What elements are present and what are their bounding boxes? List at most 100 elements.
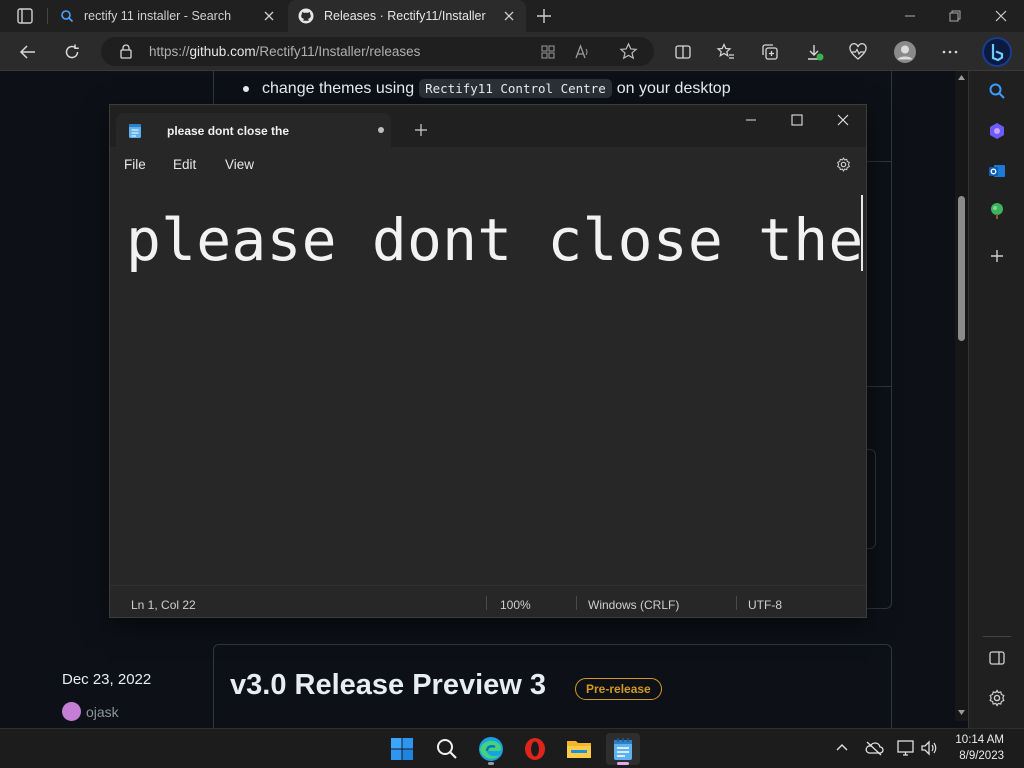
favorites-icon[interactable]: [716, 42, 736, 62]
tab-search[interactable]: rectify 11 installer - Search: [50, 0, 286, 32]
release-author[interactable]: ojask: [62, 702, 119, 721]
cursor-position: Ln 1, Col 22: [131, 598, 196, 612]
release-card: v3.0 Release Preview 3 Pre-release: [213, 644, 892, 728]
edge-icon[interactable]: [474, 733, 508, 765]
inner-divider: [866, 386, 892, 387]
browser-tab-bar: rectify 11 installer - Search Releases ·…: [0, 0, 1024, 32]
favorite-star-icon[interactable]: [619, 42, 638, 61]
network-icon[interactable]: [896, 739, 916, 757]
read-aloud-icon[interactable]: [573, 43, 591, 61]
app-running-indicator: [488, 762, 494, 765]
bullet-dot: [243, 85, 249, 92]
url-path: /Rectify11/Installer/releases: [255, 44, 421, 59]
back-icon[interactable]: [18, 42, 38, 62]
new-tab-icon[interactable]: [535, 7, 553, 25]
volume-icon[interactable]: [920, 739, 938, 757]
pre-release-badge: Pre-release: [575, 678, 662, 700]
release-date: Dec 23, 2022: [62, 671, 152, 688]
notepad-status-bar: Ln 1, Col 22 100% Windows (CRLF) UTF-8: [110, 585, 866, 617]
notepad-titlebar[interactable]: please dont close the: [110, 105, 866, 147]
encoding[interactable]: UTF-8: [748, 598, 782, 612]
author-avatar: [62, 702, 81, 721]
tab-releases[interactable]: Releases · Rectify11/Installer: [288, 0, 526, 32]
status-divider: [576, 596, 577, 610]
notepad-window[interactable]: please dont close the File Edit View ple…: [109, 104, 867, 618]
minimize-icon[interactable]: [743, 113, 759, 129]
url-text: https://github.com/Rectify11/Installer/r…: [149, 44, 420, 59]
more-options-icon[interactable]: [940, 42, 960, 62]
notepad-text-area[interactable]: please dont close the: [110, 181, 866, 585]
notepad-menubar: File Edit View: [110, 147, 866, 181]
release-title[interactable]: v3.0 Release Preview 3: [230, 669, 546, 702]
github-icon: [298, 8, 314, 24]
search-icon[interactable]: [987, 81, 1007, 101]
inline-code: Rectify11 Control Centre: [419, 79, 612, 98]
downloads-icon[interactable]: [805, 42, 825, 62]
menu-edit[interactable]: Edit: [173, 157, 196, 172]
search-icon[interactable]: [430, 733, 464, 765]
new-tab-icon[interactable]: [414, 123, 428, 137]
line-ending[interactable]: Windows (CRLF): [588, 598, 679, 612]
clock-date: 8/9/2023: [959, 750, 1004, 762]
bing-chat-icon[interactable]: [981, 36, 1013, 68]
scroll-thumb[interactable]: [958, 196, 965, 341]
outlook-icon[interactable]: [987, 161, 1007, 181]
opera-icon[interactable]: [518, 733, 552, 765]
profile-avatar-icon[interactable]: [893, 40, 917, 64]
close-window-icon[interactable]: [991, 6, 1011, 26]
notepad-icon: [128, 122, 142, 139]
menu-file[interactable]: File: [124, 157, 146, 172]
app-available-icon[interactable]: [539, 43, 557, 61]
notepad-tab[interactable]: please dont close the: [116, 113, 391, 147]
menu-view[interactable]: View: [225, 157, 254, 172]
restore-icon[interactable]: [945, 6, 965, 26]
feature-bullet: change themes using Rectify11 Control Ce…: [243, 79, 731, 98]
tab-title: rectify 11 installer - Search: [84, 9, 232, 23]
document-text: please dont close the: [126, 206, 864, 274]
browser-essentials-icon[interactable]: [848, 42, 868, 62]
tab-actions-icon[interactable]: [16, 7, 34, 25]
inner-divider: [866, 161, 892, 162]
minimize-icon[interactable]: [900, 6, 920, 26]
status-divider: [736, 596, 737, 610]
author-name: ojask: [86, 703, 119, 720]
maximize-icon[interactable]: [789, 112, 805, 128]
tab-title: Releases · Rectify11/Installer: [324, 9, 486, 23]
notepad-tab-title: please dont close the: [167, 124, 290, 138]
add-sidebar-app-icon[interactable]: [987, 246, 1007, 266]
clock-time: 10:14 AM: [955, 734, 1004, 746]
file-explorer-icon[interactable]: [562, 733, 596, 765]
taskbar-clock[interactable]: 10:14 AM 8/9/2023: [955, 732, 1004, 764]
text-caret: [861, 195, 863, 271]
app-active-indicator: [617, 762, 629, 765]
zoom-level[interactable]: 100%: [500, 598, 531, 612]
settings-gear-icon[interactable]: [835, 156, 852, 173]
hide-sidebar-icon[interactable]: [987, 648, 1007, 668]
address-bar[interactable]: https://github.com/Rectify11/Installer/r…: [101, 37, 654, 66]
start-icon[interactable]: [385, 733, 419, 765]
unsaved-dot-icon[interactable]: [378, 127, 384, 133]
onedrive-icon[interactable]: [864, 739, 884, 757]
close-tab-icon[interactable]: [262, 9, 276, 23]
scroll-down-icon[interactable]: [957, 709, 966, 716]
lock-icon[interactable]: [119, 44, 133, 59]
edge-sidebar: [968, 71, 1024, 728]
asset-box: [866, 449, 876, 549]
url-prefix: https://: [149, 44, 190, 59]
settings-gear-icon[interactable]: [987, 688, 1007, 708]
games-tree-icon[interactable]: [987, 201, 1007, 221]
copilot-icon[interactable]: [987, 121, 1007, 141]
chevron-up-icon[interactable]: [834, 740, 850, 756]
bullet-text: on your desktop: [616, 79, 731, 97]
close-tab-icon[interactable]: [502, 9, 516, 23]
notepad-icon[interactable]: [606, 733, 640, 765]
scroll-up-icon[interactable]: [957, 74, 966, 81]
collections-icon[interactable]: [760, 42, 780, 62]
close-icon[interactable]: [835, 112, 851, 128]
url-host: github.com: [189, 44, 256, 59]
refresh-icon[interactable]: [62, 42, 82, 62]
split-screen-icon[interactable]: [673, 42, 693, 62]
search-icon: [60, 9, 74, 23]
page-scrollbar[interactable]: [955, 71, 968, 721]
bullet-text: change themes using: [262, 79, 415, 97]
